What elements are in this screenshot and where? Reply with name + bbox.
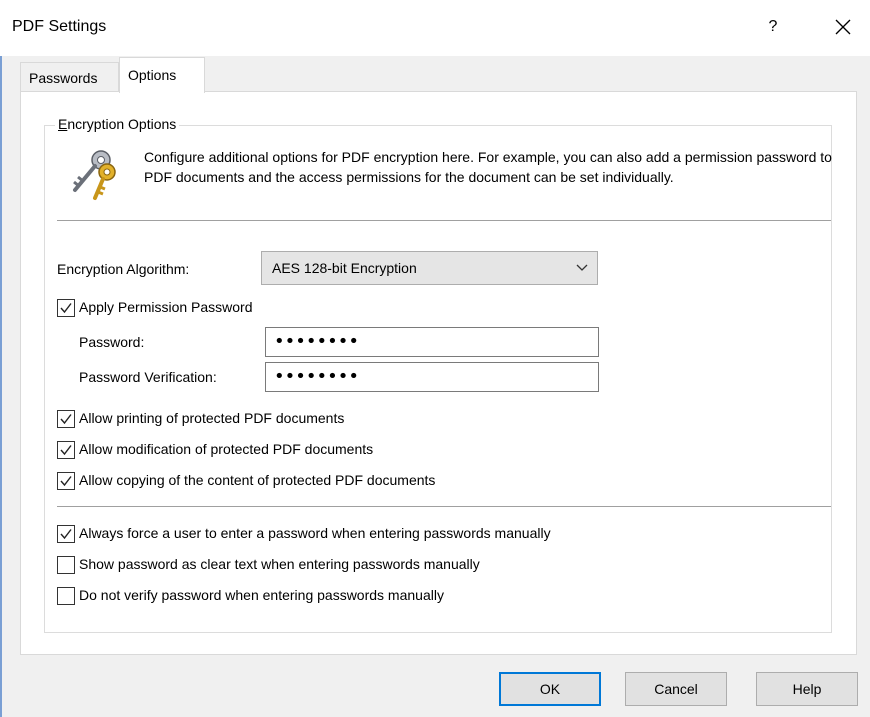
password-verification-label: Password Verification: <box>79 369 217 385</box>
do-not-verify-label: Do not verify password when entering pas… <box>79 587 444 603</box>
encryption-description: Configure additional options for PDF enc… <box>144 149 832 185</box>
checkbox-box[interactable] <box>57 441 75 459</box>
help-title-button[interactable]: ? <box>760 14 786 40</box>
checkbox-box[interactable] <box>57 556 75 574</box>
group-title-rest: ncryption Options <box>67 116 177 132</box>
always-force-password-label: Always force a user to enter a password … <box>79 525 551 541</box>
checkbox-box[interactable] <box>57 299 75 317</box>
password-label: Password: <box>79 334 145 350</box>
checkmark-icon <box>60 445 72 456</box>
tab-options[interactable]: Options <box>119 57 205 93</box>
window-border <box>0 56 2 717</box>
window-title: PDF Settings <box>12 18 107 35</box>
password-verification-field[interactable]: •••••••• <box>265 362 599 392</box>
close-button[interactable] <box>826 12 860 42</box>
checkbox-box[interactable] <box>57 472 75 490</box>
checkmark-icon <box>60 414 72 425</box>
tab-strip: Passwords Options <box>0 56 870 94</box>
password-field[interactable]: •••••••• <box>265 327 599 357</box>
password-verification-value: •••••••• <box>274 366 359 387</box>
encryption-algorithm-select[interactable]: AES 128-bit Encryption <box>261 251 598 285</box>
encryption-algorithm-label: Encryption Algorithm: <box>57 261 190 277</box>
allow-modification-label: Allow modification of protected PDF docu… <box>79 441 374 457</box>
options-panel: Encryption Options Configure additional … <box>20 91 857 655</box>
help-button[interactable]: Help <box>756 672 858 706</box>
keys-icon <box>73 150 116 200</box>
group-title-mnemonic: E <box>58 116 68 132</box>
close-icon <box>835 19 851 35</box>
checkmark-icon <box>60 476 72 487</box>
allow-printing-label: Allow printing of protected PDF document… <box>79 410 345 426</box>
checkmark-icon <box>60 529 72 540</box>
chevron-down-icon <box>576 264 588 271</box>
separator <box>57 220 831 221</box>
checkbox-box[interactable] <box>57 587 75 605</box>
show-clear-text-label: Show password as clear text when enterin… <box>79 556 480 572</box>
allow-copying-label: Allow copying of the content of protecte… <box>79 472 436 488</box>
checkbox-box[interactable] <box>57 410 75 428</box>
password-value: •••••••• <box>274 331 359 352</box>
checkmark-icon <box>60 303 72 314</box>
group-title: Encryption Options <box>55 116 180 132</box>
encryption-algorithm-value: AES 128-bit Encryption <box>272 260 417 276</box>
apply-permission-password-label: Apply Permission Password <box>79 299 253 315</box>
ok-button[interactable]: OK <box>499 672 601 706</box>
tab-passwords[interactable]: Passwords <box>20 62 119 94</box>
title-bar: PDF Settings ? <box>0 0 870 56</box>
cancel-button[interactable]: Cancel <box>625 672 727 706</box>
separator <box>57 506 831 507</box>
checkbox-box[interactable] <box>57 525 75 543</box>
